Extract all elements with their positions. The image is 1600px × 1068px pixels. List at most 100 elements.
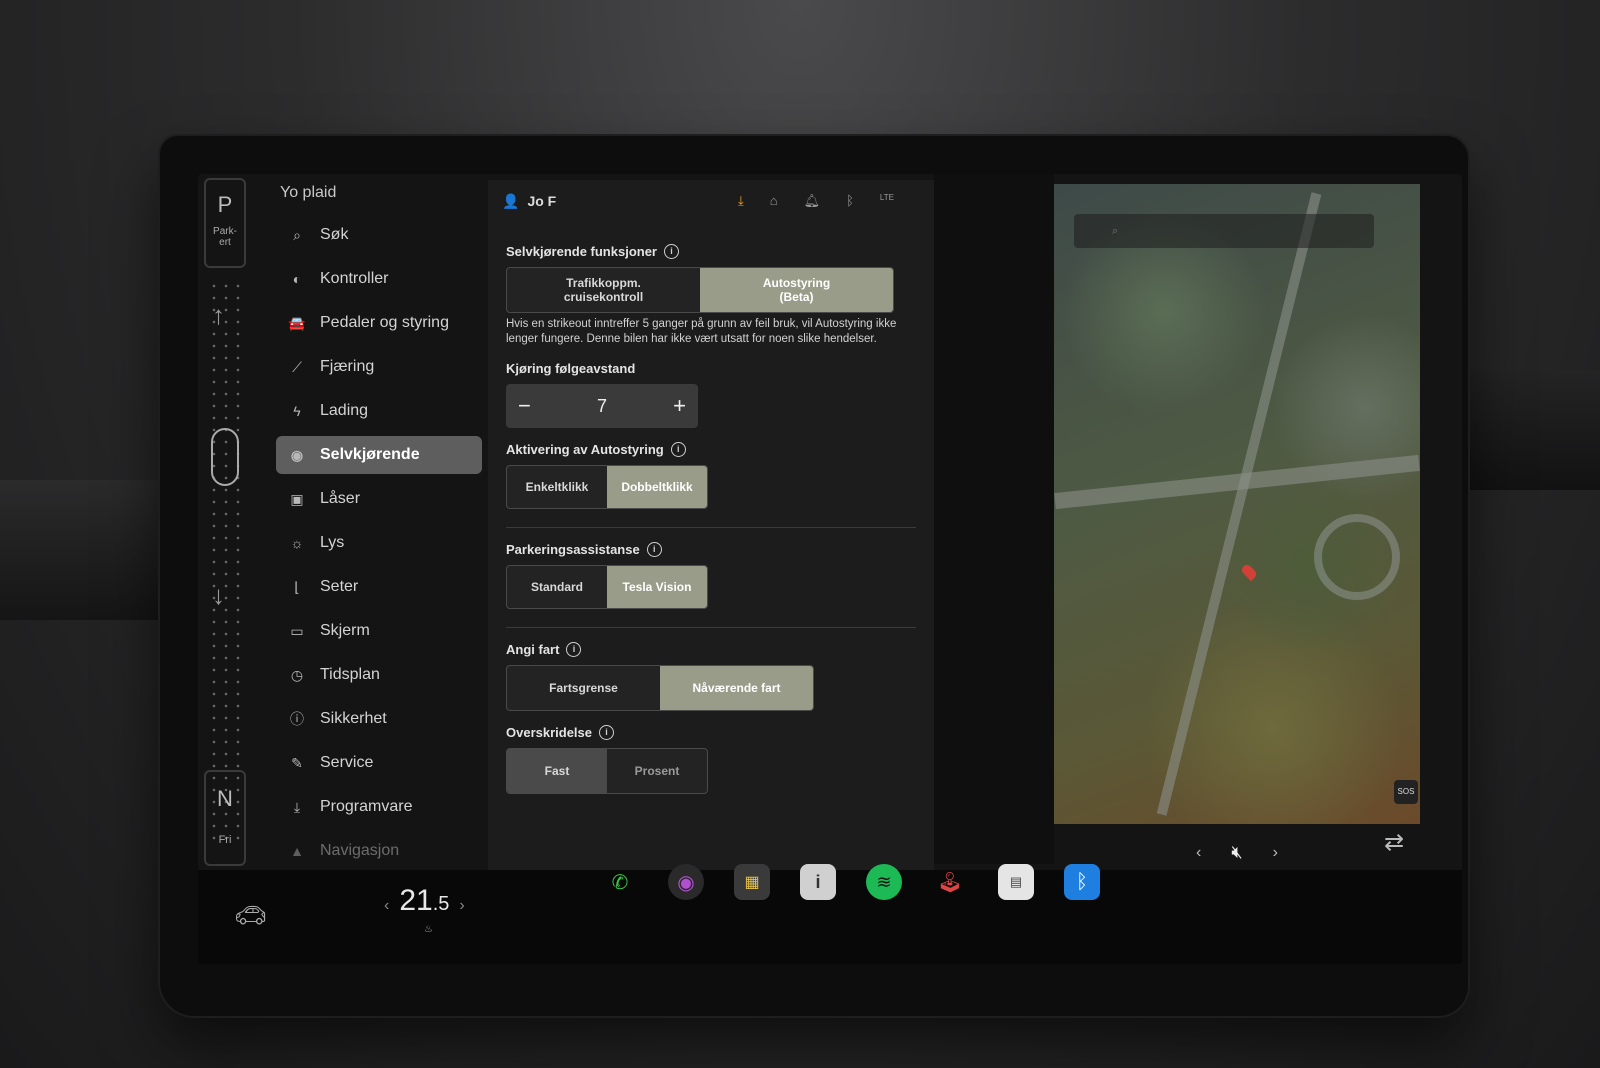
sidebar-item-navigation[interactable]: ▲ Navigasjon (276, 832, 482, 870)
sidebar-item-pedals[interactable]: 🚘 Pedaler og styring (276, 304, 482, 342)
seat-icon: ⌊ (294, 578, 300, 595)
user-name: Jo F (527, 193, 557, 209)
volume-muted-icon[interactable]: 🔇︎ (1231, 842, 1242, 863)
info-icon[interactable]: i (646, 542, 662, 557)
sidebar-item-search[interactable]: ⌕ Søk (276, 216, 482, 254)
sidebar-item-charging[interactable]: ϟ Lading (276, 392, 482, 430)
bottom-bar: 🚗︎ ‹ 21.5 › ♨ ✆ ◉ ▦ i ≋ 🕹︎ ▤ ᛒ ‹ 🔇︎ › ⇄ (198, 829, 1462, 964)
sidebar-item-safety[interactable]: ⓘ Sikkerhet (276, 700, 482, 738)
info-icon[interactable]: i (664, 244, 679, 259)
steering-wheel-icon: ◉ (290, 446, 304, 463)
sidebar-item-label: Pedaler og styring (320, 314, 449, 331)
user-profile-button[interactable]: 👤 Jo F (502, 193, 556, 210)
navigation-icon: ▲ (290, 843, 304, 859)
temperature-integer: 21 (399, 884, 433, 917)
plus-button[interactable]: + (673, 393, 686, 419)
bolt-icon: ϟ (293, 403, 301, 419)
info-icon[interactable]: i (599, 725, 615, 740)
section-divider (506, 527, 916, 528)
chevron-left-icon[interactable]: ‹ (384, 897, 389, 915)
gear-slider-track[interactable] (208, 280, 244, 840)
option-traffic-aware-cruise[interactable]: Trafikkoppm. cruisekontroll (507, 268, 700, 312)
option-double-click[interactable]: Dobbeltklikk (607, 466, 707, 508)
sidebar-item-service[interactable]: ✎ Service (276, 744, 482, 782)
option-standard[interactable]: Standard (507, 566, 607, 608)
phone-icon[interactable]: ✆ (602, 864, 638, 900)
chevron-right-icon[interactable]: › (1273, 844, 1278, 862)
satellite-map[interactable]: ⌕ (1054, 184, 1420, 824)
sos-button[interactable]: SOS (1394, 780, 1418, 804)
info-icon[interactable]: i (670, 442, 686, 457)
homelink-icon[interactable]: ⌂ (770, 193, 778, 209)
chevron-left-icon[interactable]: ‹ (1196, 844, 1201, 862)
spotify-icon[interactable]: ≋ (866, 864, 902, 900)
lock-icon: ▣ (290, 490, 304, 507)
label-text: Angi fart (506, 642, 560, 657)
sidebar-item-label: Skjerm (320, 622, 370, 639)
arcade-icon[interactable]: 🕹︎ (932, 864, 968, 900)
following-distance-value: 7 (596, 395, 607, 416)
option-autosteer[interactable]: Autostyring (Beta) (700, 268, 893, 312)
sidebar-item-label: Service (320, 754, 374, 771)
sidebar-item-label: Selvkjørende (320, 446, 420, 463)
swap-panels-icon[interactable]: ⇄ (1384, 828, 1404, 857)
manual-icon[interactable]: i (800, 864, 836, 900)
chevron-right-icon[interactable]: › (459, 897, 464, 915)
gear-selector[interactable]: P Park- ert ↑ ↓ N Fri (204, 178, 248, 868)
option-percent[interactable]: Prosent (607, 749, 707, 793)
bluetooth-icon[interactable]: ᛒ (846, 193, 854, 209)
set-speed-selector[interactable]: Fartsgrense Nåværende fart (506, 665, 814, 711)
camera-icon[interactable]: ◉ (668, 864, 704, 900)
map-road (1156, 192, 1322, 816)
touchscreen: P Park- ert ↑ ↓ N Fri Yo plaid ⌕ Søk ◐ Kon… (198, 174, 1462, 964)
seat-heater-icon[interactable]: ♨ (424, 924, 433, 935)
toybox-icon[interactable]: ▦ (734, 864, 770, 900)
sidebar-item-autopilot[interactable]: ◉ Selvkjørende (276, 436, 482, 474)
parking-assist-selector[interactable]: Standard Tesla Vision (506, 565, 708, 609)
shield-icon: ⓘ (290, 711, 304, 727)
label-text: Kjøring følgeavstand (506, 361, 636, 376)
sidebar-item-controls[interactable]: ◐ Kontroller (276, 260, 482, 298)
sidebar-item-lights[interactable]: ☼ Lys (276, 524, 482, 562)
option-fixed[interactable]: Fast (507, 749, 607, 793)
navigate-search-input[interactable]: ⌕ (1074, 214, 1374, 248)
settings-sidebar: Yo plaid ⌕ Søk ◐ Kontroller 🚘 Pedaler og st… (276, 184, 482, 874)
gear-neutral-button[interactable]: N Fri (204, 770, 246, 866)
person-icon: 👤 (502, 192, 520, 209)
option-current-speed[interactable]: Nåværende fart (660, 666, 813, 710)
calendar-icon[interactable]: ▤ (998, 864, 1034, 900)
sidebar-item-software[interactable]: ⤓ Programvare (276, 788, 482, 826)
strikeout-description: Hvis en strikeout inntreffer 5 ganger på… (506, 318, 897, 345)
offset-selector[interactable]: Fast Prosent (506, 748, 708, 794)
sidebar-item-schedule[interactable]: ◷ Tidsplan (276, 656, 482, 694)
sidebar-item-label: Lys (320, 534, 345, 551)
sidebar-item-suspension[interactable]: ⟋ Fjæring (276, 348, 482, 386)
set-speed-label: Angi fart i (506, 642, 916, 657)
autosteer-activation-selector[interactable]: Enkeltklikk Dobbeltklikk (506, 465, 708, 509)
display-icon: ▭ (290, 622, 304, 639)
bell-icon[interactable]: 🔔︎ (804, 193, 821, 209)
sidebar-item-display[interactable]: ▭ Skjerm (276, 612, 482, 650)
gear-park-button[interactable]: P Park- ert (204, 178, 246, 268)
minus-button[interactable]: − (518, 393, 531, 419)
sidebar-item-locks[interactable]: ▣ Låser (276, 480, 482, 518)
option-speed-limit[interactable]: Fartsgrense (507, 666, 660, 710)
label-text: Selvkjørende funksjoner (506, 244, 657, 259)
app-dock: ✆ ◉ ▦ i ≋ 🕹︎ ▤ ᛒ (602, 864, 1100, 900)
map-roundabout (1314, 514, 1400, 600)
car-icon[interactable]: 🚗︎ (234, 900, 267, 931)
status-icons: ⤓ ⌂ 🔔︎ ᛒ LTE (738, 193, 934, 209)
offset-label: Overskridelse i (506, 725, 916, 740)
cabin-temperature-control[interactable]: ‹ 21.5 › ♨ (384, 884, 465, 935)
bluetooth-icon[interactable]: ᛒ (1064, 864, 1100, 900)
option-tesla-vision[interactable]: Tesla Vision (607, 566, 707, 608)
option-single-click[interactable]: Enkeltklikk (507, 466, 607, 508)
self-driving-features-selector[interactable]: Trafikkoppm. cruisekontroll Autostyring … (506, 267, 894, 313)
media-controls: ‹ 🔇︎ › (1196, 842, 1278, 863)
following-distance-stepper[interactable]: − 7 + (506, 384, 698, 428)
sidebar-item-label: Fjæring (320, 358, 375, 375)
download-icon[interactable]: ⤓ (738, 193, 744, 209)
gear-neutral-letter: N (217, 786, 233, 811)
info-icon[interactable]: i (566, 642, 582, 657)
sidebar-item-seats[interactable]: ⌊ Seter (276, 568, 482, 606)
